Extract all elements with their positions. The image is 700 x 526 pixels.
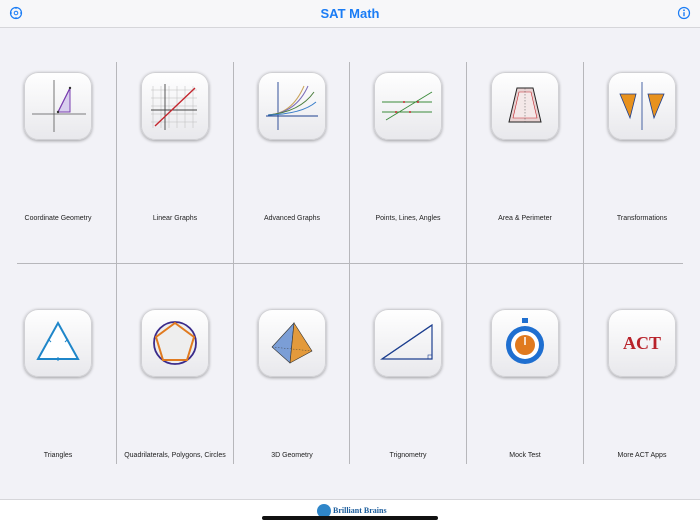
tile-triangles[interactable]: Triangles <box>0 264 116 500</box>
info-icon[interactable] <box>677 6 691 20</box>
footer-banner[interactable]: Brilliant Brains www.brilliantbrains.net <box>0 499 700 526</box>
transformations-icon <box>608 72 676 140</box>
tile-label: Linear Graphs <box>152 215 198 222</box>
linear-graphs-icon <box>141 72 209 140</box>
tile-more-act-apps[interactable]: ACT More ACT Apps <box>584 264 700 500</box>
tile-label: Points, Lines, Angles <box>375 215 441 222</box>
tile-label: 3D Geometry <box>271 452 313 459</box>
coordinate-geometry-icon <box>24 72 92 140</box>
tile-label: Triangles <box>43 452 73 459</box>
tile-mock-test[interactable]: Mock Test <box>467 264 583 500</box>
navigation-bar: SAT Math <box>0 0 700 28</box>
tile-trignometry[interactable]: Trignometry <box>350 264 466 500</box>
tile-coordinate-geometry[interactable]: Coordinate Geometry <box>0 27 116 263</box>
topic-grid: Coordinate Geometry Linear Graphs Advanc… <box>0 27 700 499</box>
act-logo-icon: ACT <box>608 309 676 377</box>
tile-label: More ACT Apps <box>617 452 667 459</box>
area-perimeter-icon <box>491 72 559 140</box>
page-title: SAT Math <box>320 6 380 21</box>
tile-label: Transformations <box>616 215 668 222</box>
tile-points-lines-angles[interactable]: Points, Lines, Angles <box>350 27 466 263</box>
trigonometry-icon <box>374 309 442 377</box>
triangles-icon <box>24 309 92 377</box>
pyramid-3d-icon <box>258 309 326 377</box>
tile-area-perimeter[interactable]: Area & Perimeter <box>467 27 583 263</box>
tile-linear-graphs[interactable]: Linear Graphs <box>117 27 233 263</box>
tile-label: Area & Perimeter <box>498 215 552 222</box>
home-indicator[interactable] <box>262 516 438 520</box>
brand-name: Brilliant Brains <box>333 506 387 515</box>
tile-3d-geometry[interactable]: 3D Geometry <box>234 264 350 500</box>
tile-advanced-graphs[interactable]: Advanced Graphs <box>234 27 350 263</box>
tile-quadrilaterals-polygons-circles[interactable]: Quadrilaterals, Polygons, Circles <box>117 264 233 500</box>
stopwatch-icon <box>491 309 559 377</box>
tile-label: Trignometry <box>389 452 427 459</box>
tile-label: Mock Test <box>509 452 541 459</box>
points-lines-angles-icon <box>374 72 442 140</box>
tile-transformations[interactable]: Transformations <box>584 27 700 263</box>
advanced-graphs-icon <box>258 72 326 140</box>
svg-text:ACT: ACT <box>623 333 661 353</box>
polygon-circle-icon <box>141 309 209 377</box>
tile-label: Quadrilaterals, Polygons, Circles <box>124 452 226 459</box>
tile-label: Advanced Graphs <box>263 215 321 222</box>
tile-label: Coordinate Geometry <box>24 215 92 222</box>
